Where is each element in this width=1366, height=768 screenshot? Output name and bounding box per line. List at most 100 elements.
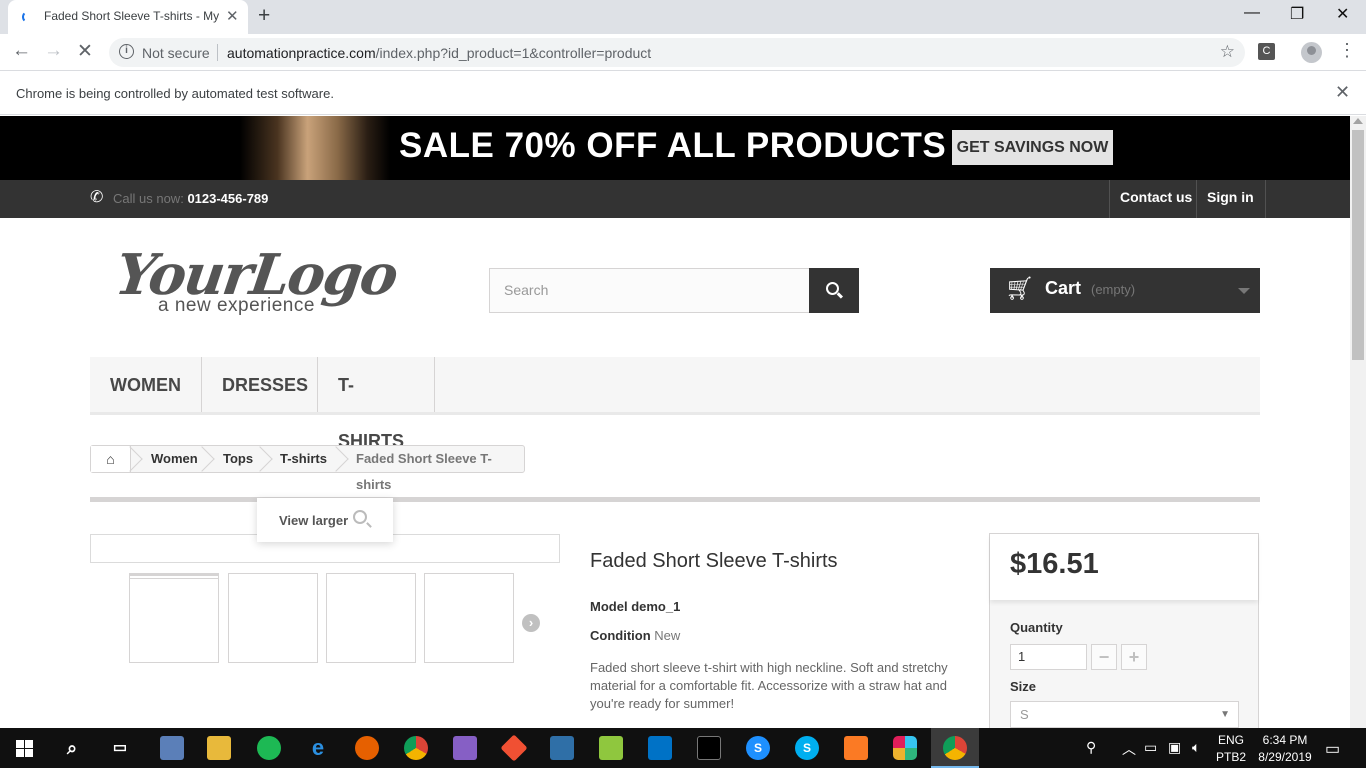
edge-icon[interactable]: e	[306, 736, 330, 760]
zoom-in-icon	[353, 510, 367, 524]
bookmark-star-icon[interactable]: ☆	[1220, 42, 1235, 62]
firefox-icon[interactable]	[355, 736, 379, 760]
automation-infobar: Chrome is being controlled by automated …	[0, 72, 1366, 115]
clock-time[interactable]: 6:34 PM	[1254, 733, 1316, 747]
buy-box: $16.51 Quantity 1 − + Size S ▼	[989, 533, 1259, 728]
minimize-icon[interactable]: —	[1244, 4, 1260, 22]
banner-headline: SALE 70% OFF ALL PRODUCTS	[399, 126, 947, 165]
spotify-icon[interactable]	[257, 736, 281, 760]
network-icon[interactable]: ▣	[1168, 739, 1181, 756]
git-icon[interactable]	[500, 734, 528, 762]
quantity-input[interactable]: 1	[1010, 644, 1087, 670]
phone-number: 0123-456-789	[187, 191, 269, 206]
size-selected-value: S	[1020, 707, 1029, 722]
keyboard-layout[interactable]: PTB2	[1214, 750, 1248, 764]
scroll-up-icon[interactable]	[1353, 118, 1363, 124]
battery-icon[interactable]: ▭	[1144, 739, 1157, 756]
browser-tab[interactable]: Faded Short Sleeve T-shirts - My ✕	[8, 0, 248, 34]
paint-icon[interactable]	[160, 736, 184, 760]
infobar-message: Chrome is being controlled by automated …	[16, 86, 334, 101]
chevron-up-icon[interactable]: ︿	[1122, 739, 1136, 759]
breadcrumb-tshirts[interactable]: T-shirts	[280, 446, 327, 472]
product-title: Faded Short Sleeve T-shirts	[590, 550, 838, 572]
close-window-icon[interactable]: ✕	[1336, 4, 1349, 24]
skype-s-icon[interactable]: S	[746, 736, 770, 760]
contact-us-link[interactable]: Contact us	[1109, 180, 1202, 218]
quantity-minus-button[interactable]: −	[1091, 644, 1117, 670]
notepad-plus-icon[interactable]	[599, 736, 623, 760]
security-label[interactable]: Not secure	[142, 45, 210, 61]
size-select[interactable]: S ▼	[1010, 701, 1239, 728]
site-logo[interactable]: YourLogo a new experience	[111, 242, 400, 324]
notifications-icon[interactable]: ▭	[1325, 739, 1340, 759]
infobar-close-icon[interactable]: ✕	[1335, 82, 1350, 103]
cart-button[interactable]: 🛒︎ Cart (empty)	[990, 268, 1260, 313]
scrollbar-thumb[interactable]	[1352, 130, 1364, 360]
breadcrumb-separator	[323, 446, 349, 472]
product-thumbnail[interactable]	[129, 573, 219, 663]
info-icon[interactable]: i	[119, 44, 134, 59]
outlook-icon[interactable]	[648, 736, 672, 760]
skype-icon[interactable]: S	[795, 736, 819, 760]
thumbnails-next-icon[interactable]: ›	[522, 614, 540, 632]
menu-item-tshirts[interactable]: T-SHIRTS	[318, 357, 435, 451]
size-label: Size	[1010, 679, 1037, 694]
new-tab-icon[interactable]: +	[258, 4, 270, 28]
menu-item-dresses[interactable]: DRESSES	[202, 357, 318, 412]
virtualbox-icon[interactable]	[550, 736, 574, 760]
menu-item-women[interactable]: WOMEN	[90, 357, 202, 412]
windows-start-icon[interactable]	[16, 740, 33, 757]
page-scrollbar[interactable]	[1350, 116, 1366, 728]
sale-banner[interactable]: SALE 70% OFF ALL PRODUCTS GET SAVINGS NO…	[0, 116, 1350, 180]
chrome-icon[interactable]	[404, 736, 428, 760]
chevron-down-icon	[1238, 288, 1250, 294]
file-explorer-icon[interactable]	[207, 736, 231, 760]
clock-date[interactable]: 8/29/2019	[1250, 750, 1320, 764]
cart-status: (empty)	[1091, 282, 1136, 297]
product-thumbnail[interactable]	[326, 573, 416, 663]
call-us-label: Call us now:	[113, 191, 184, 206]
people-icon[interactable]: ⚲	[1086, 739, 1096, 756]
profile-avatar-icon[interactable]	[1301, 42, 1322, 63]
start-pane	[16, 740, 24, 748]
slack-icon[interactable]	[893, 736, 917, 760]
terminal-icon[interactable]	[697, 736, 721, 760]
banner-model-image	[240, 116, 390, 180]
address-bar[interactable]: i Not secure automationpractice.com/inde…	[109, 38, 1245, 67]
main-menu: WOMEN DRESSES T-SHIRTS	[90, 357, 1260, 451]
back-icon[interactable]: ←	[12, 40, 31, 62]
forward-icon[interactable]: →	[44, 40, 63, 62]
product-thumbnail[interactable]	[424, 573, 514, 663]
product-thumbnail[interactable]	[228, 573, 318, 663]
omnibox-divider	[217, 44, 218, 61]
input-language[interactable]: ENG	[1214, 733, 1248, 747]
get-savings-button[interactable]: GET SAVINGS NOW	[952, 130, 1113, 165]
sign-in-link[interactable]: Sign in	[1196, 180, 1266, 218]
menu-kebab-icon[interactable]: ⋮	[1338, 40, 1356, 61]
browser-toolbar: ← → ✕ i Not secure automationpractice.co…	[0, 34, 1366, 71]
xampp-icon[interactable]	[844, 736, 868, 760]
breadcrumb-current: Faded Short Sleeve T-shirts	[356, 451, 492, 492]
search-input[interactable]: Search	[489, 268, 810, 313]
close-tab-icon[interactable]: ✕	[226, 7, 239, 25]
product-price: $16.51	[1010, 548, 1099, 580]
view-larger-button[interactable]: View larger	[257, 498, 393, 542]
url-host: automationpractice.com	[227, 45, 376, 61]
restore-icon[interactable]: ❐	[1290, 4, 1304, 24]
volume-icon[interactable]: 🔈︎	[1192, 739, 1200, 756]
task-view-icon[interactable]: ▭	[108, 736, 132, 760]
chrome-active-icon[interactable]	[943, 736, 967, 760]
quantity-plus-button[interactable]: +	[1121, 644, 1147, 670]
url-text[interactable]: automationpractice.com/index.php?id_prod…	[227, 45, 651, 61]
condition-label: Condition	[590, 628, 651, 643]
product-condition: Condition New	[590, 628, 680, 643]
start-pane	[25, 749, 33, 757]
extension-icon[interactable]: C	[1258, 43, 1275, 60]
product-description: Faded short sleeve t-shirt with high nec…	[590, 660, 948, 711]
search-icon[interactable]: ⌕	[60, 736, 84, 760]
shopping-cart-icon: 🛒︎	[1005, 275, 1035, 301]
start-pane	[25, 740, 33, 748]
stop-icon[interactable]: ✕	[77, 40, 93, 63]
search-button[interactable]	[809, 268, 859, 313]
visual-studio-icon[interactable]	[453, 736, 477, 760]
